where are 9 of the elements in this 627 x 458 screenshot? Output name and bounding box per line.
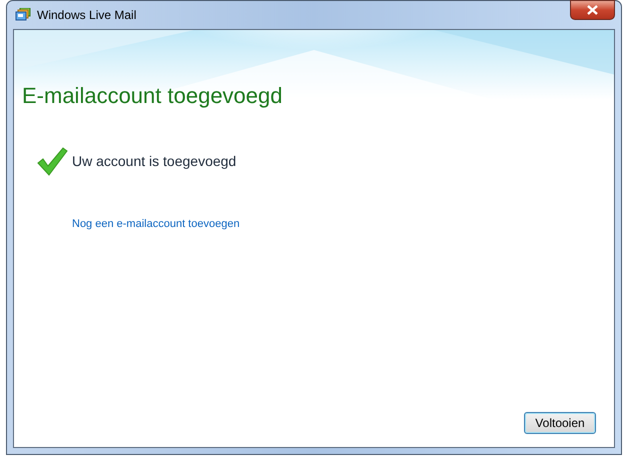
status-message: Uw account is toegevoegd bbox=[72, 152, 236, 171]
finish-button[interactable]: Voltooien bbox=[524, 412, 596, 434]
close-icon bbox=[587, 5, 598, 15]
checkmark-icon bbox=[36, 146, 68, 176]
window-title: Windows Live Mail bbox=[37, 7, 136, 24]
dialog-heading: E-mailaccount toegevoegd bbox=[22, 82, 284, 110]
close-button[interactable] bbox=[570, 0, 615, 20]
add-account-link[interactable]: Nog een e-mailaccount toevoegen bbox=[72, 216, 240, 232]
mail-app-icon bbox=[15, 8, 31, 22]
